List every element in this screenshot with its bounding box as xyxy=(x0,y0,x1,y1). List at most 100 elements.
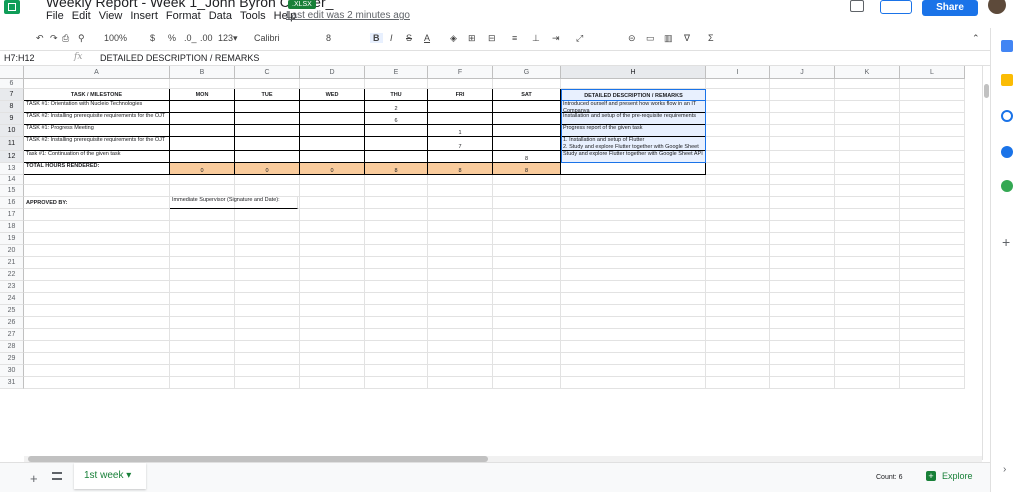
cell[interactable] xyxy=(170,245,235,257)
redo-icon[interactable]: ↷ xyxy=(50,33,58,44)
cell[interactable] xyxy=(835,377,900,389)
cell[interactable] xyxy=(235,281,300,293)
chart-icon[interactable]: ▥ xyxy=(664,33,673,44)
hours-cell[interactable] xyxy=(235,137,300,151)
cell[interactable] xyxy=(561,209,706,221)
cell[interactable] xyxy=(24,233,170,245)
cell[interactable] xyxy=(493,377,561,389)
cell[interactable] xyxy=(300,377,365,389)
cell[interactable] xyxy=(900,151,965,163)
cell[interactable] xyxy=(706,317,770,329)
cell[interactable] xyxy=(24,293,170,305)
cell[interactable] xyxy=(235,257,300,269)
cell[interactable] xyxy=(561,197,706,209)
table-header[interactable]: MON xyxy=(170,89,235,101)
cell[interactable] xyxy=(770,257,835,269)
share-button[interactable]: Share xyxy=(922,0,978,16)
cell[interactable] xyxy=(365,221,428,233)
formula-input[interactable]: DETAILED DESCRIPTION / REMARKS xyxy=(100,53,259,63)
cell[interactable] xyxy=(770,281,835,293)
row-header-23[interactable]: 23 xyxy=(0,281,24,293)
cell[interactable] xyxy=(428,293,493,305)
cell[interactable] xyxy=(770,245,835,257)
cell[interactable] xyxy=(770,209,835,221)
italic-icon[interactable]: I xyxy=(390,33,393,43)
row-header-28[interactable]: 28 xyxy=(0,341,24,353)
cell[interactable] xyxy=(300,79,365,89)
hours-cell[interactable]: 0 xyxy=(300,163,365,175)
cell[interactable] xyxy=(900,137,965,151)
cell[interactable] xyxy=(300,197,365,209)
cell[interactable] xyxy=(835,365,900,377)
cell[interactable] xyxy=(835,113,900,125)
cell[interactable] xyxy=(300,175,365,185)
cell[interactable] xyxy=(900,329,965,341)
cell[interactable] xyxy=(770,137,835,151)
menu-format[interactable]: Format xyxy=(166,10,201,22)
menu-tools[interactable]: Tools xyxy=(240,10,266,22)
column-header-i[interactable]: I xyxy=(706,66,770,79)
cell[interactable] xyxy=(170,269,235,281)
font-size-select[interactable]: 8 xyxy=(326,33,331,43)
cell[interactable] xyxy=(706,79,770,89)
cell[interactable] xyxy=(706,163,770,175)
cell[interactable] xyxy=(835,317,900,329)
cell[interactable] xyxy=(561,257,706,269)
remarks-cell[interactable]: Progress report of the given task xyxy=(561,125,706,137)
cell[interactable] xyxy=(770,101,835,113)
cell[interactable] xyxy=(170,79,235,89)
cell[interactable] xyxy=(170,317,235,329)
cell[interactable] xyxy=(770,341,835,353)
cell[interactable] xyxy=(24,365,170,377)
add-sheet-icon[interactable]: + xyxy=(30,471,38,486)
table-header[interactable]: WED xyxy=(300,89,365,101)
cell[interactable] xyxy=(561,269,706,281)
cell[interactable] xyxy=(900,197,965,209)
sheets-logo-icon[interactable] xyxy=(4,0,20,14)
cell[interactable] xyxy=(561,365,706,377)
row-header-8[interactable]: 8 xyxy=(0,101,24,113)
link-icon[interactable]: ⊝ xyxy=(628,33,636,44)
select-all-corner[interactable] xyxy=(0,66,24,79)
cell[interactable] xyxy=(900,281,965,293)
hours-cell[interactable] xyxy=(300,137,365,151)
spreadsheet-grid[interactable]: A B C D E F G H I J K L 6 7 8 9 10 11 12 13 14 15 16 17 18 19 20 21… xyxy=(0,66,982,460)
cell[interactable] xyxy=(235,209,300,221)
cell[interactable] xyxy=(365,281,428,293)
cell[interactable] xyxy=(835,257,900,269)
cell[interactable] xyxy=(300,233,365,245)
all-sheets-icon[interactable] xyxy=(52,472,62,480)
cell[interactable] xyxy=(24,185,170,197)
cell[interactable] xyxy=(170,305,235,317)
hours-cell[interactable]: 2 xyxy=(365,101,428,113)
cell[interactable] xyxy=(24,209,170,221)
cell[interactable] xyxy=(835,101,900,113)
cell[interactable] xyxy=(300,341,365,353)
column-header-a[interactable]: A xyxy=(24,66,170,79)
cell[interactable] xyxy=(300,209,365,221)
cell[interactable] xyxy=(428,79,493,89)
cell[interactable] xyxy=(365,365,428,377)
column-header-d[interactable]: D xyxy=(300,66,365,79)
hours-cell[interactable] xyxy=(235,125,300,137)
cell[interactable] xyxy=(900,221,965,233)
cell[interactable] xyxy=(561,377,706,389)
strikethrough-icon[interactable]: S xyxy=(406,33,412,43)
cell[interactable] xyxy=(900,175,965,185)
cell[interactable] xyxy=(300,365,365,377)
hours-cell[interactable] xyxy=(428,151,493,163)
hours-cell[interactable] xyxy=(365,125,428,137)
cell[interactable] xyxy=(428,221,493,233)
hours-cell[interactable] xyxy=(493,113,561,125)
cell[interactable] xyxy=(365,233,428,245)
merge-icon[interactable]: ⊟ xyxy=(488,33,496,44)
cell[interactable] xyxy=(235,341,300,353)
cell[interactable] xyxy=(428,175,493,185)
row-header-24[interactable]: 24 xyxy=(0,293,24,305)
cell[interactable] xyxy=(170,365,235,377)
cell[interactable] xyxy=(561,221,706,233)
wrap-icon[interactable]: ⇥ xyxy=(552,33,560,44)
cell[interactable] xyxy=(493,245,561,257)
font-select[interactable]: Calibri xyxy=(254,33,280,43)
hours-cell[interactable] xyxy=(170,101,235,113)
